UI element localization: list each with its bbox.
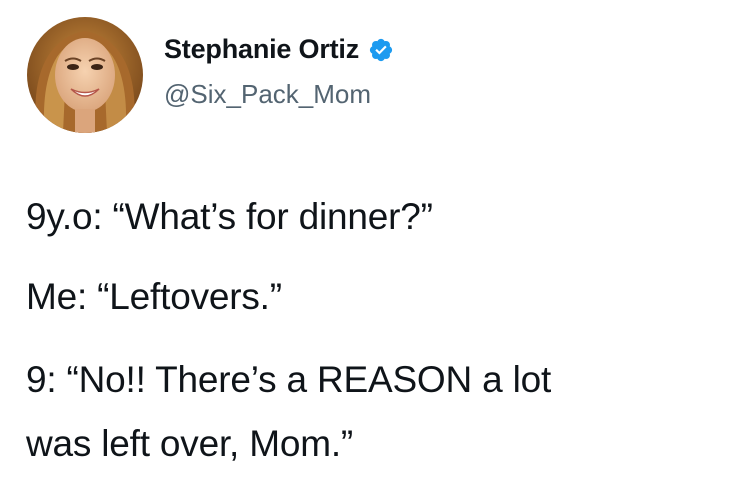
verified-check-icon <box>368 37 394 63</box>
tweet-card: Stephanie Ortiz @Six_Pack_Mom 9y.o: “Wha… <box>0 0 750 493</box>
author-display-name[interactable]: Stephanie Ortiz <box>164 34 359 65</box>
tweet-text-line: was left over, Mom.” <box>26 423 354 464</box>
tweet-text-line: 9y.o: “What’s for dinner?” <box>26 196 433 237</box>
avatar-photo <box>27 17 143 133</box>
tweet-text-line: Me: “Leftovers.” <box>26 276 282 317</box>
author-handle[interactable]: @Six_Pack_Mom <box>164 79 371 110</box>
tweet-text-line: 9: “No!! There’s a REASON a lot <box>26 359 552 400</box>
avatar[interactable] <box>27 17 143 133</box>
author-name-row: Stephanie Ortiz <box>164 34 394 65</box>
